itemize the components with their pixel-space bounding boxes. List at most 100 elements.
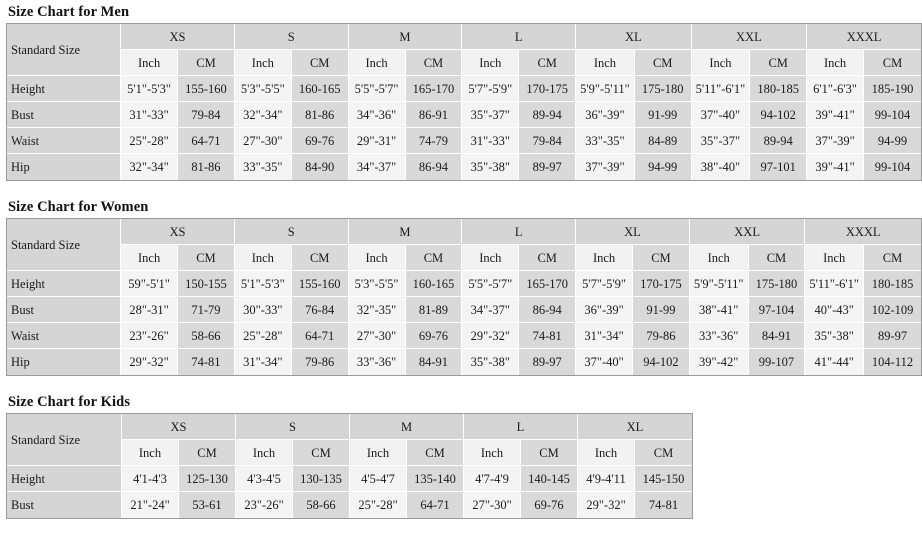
cell-value: 29"-32" (578, 492, 635, 518)
cell-value: 5'11"-6'1" (805, 271, 865, 297)
cell-value: 41"-44" (805, 349, 865, 375)
cell-value: 58-66 (293, 492, 350, 518)
unit-header-inch-s: Inch (234, 245, 292, 271)
cell-value: 37"-39" (807, 128, 865, 154)
unit-header-cm-xl: CM (633, 245, 690, 271)
table-row: Bust 21"-24" 53-61 23"-26" 58-66 25"-28" 64-71… (7, 492, 692, 518)
cell-value: 91-99 (633, 297, 690, 323)
row-label-bust: Bust (7, 102, 122, 128)
unit-header-cm-xl: CM (634, 50, 692, 76)
cell-value: 31"-34" (576, 323, 634, 349)
unit-header-cm-l: CM (519, 50, 577, 76)
cell-value: 27"-30" (234, 128, 292, 154)
cell-value: 81-86 (178, 154, 235, 180)
size-header-women-xxl: XXL (689, 219, 806, 245)
cell-value: 4'1-4'3 (122, 466, 179, 492)
size-header-women-xl: XL (576, 219, 690, 245)
unit-header-inch-s: Inch (234, 50, 292, 76)
cell-value: 53-61 (179, 492, 236, 518)
cell-value: 155-160 (178, 76, 235, 102)
unit-header-inch-xxl: Inch (691, 50, 751, 76)
unit-header-inch-m: Inch (348, 245, 406, 271)
cell-value: 81-89 (405, 297, 463, 323)
size-chart-kids: Size Chart for Kids Standard Size XS S M L XL I… (6, 394, 922, 519)
size-table-kids: Standard Size XS S M L XL Inch CM Inch CM Inch CM In… (6, 413, 693, 519)
cell-value: 28"-31" (121, 297, 179, 323)
cell-value: 64-71 (178, 128, 235, 154)
unit-header-cm-l: CM (521, 440, 578, 466)
cell-value: 89-97 (519, 154, 577, 180)
cell-value: 35"-38" (462, 349, 520, 375)
cell-value: 86-94 (405, 154, 463, 180)
cell-value: 34"-36" (348, 102, 406, 128)
cell-value: 150-155 (178, 271, 235, 297)
cell-value: 5'9"-5'11" (689, 271, 749, 297)
row-label-bust: Bust (7, 492, 122, 518)
unit-header-cm-s: CM (291, 50, 349, 76)
cell-value: 99-104 (864, 154, 921, 180)
size-table-women: Standard Size XS S M L XL XXL XXXL Inch CM Inch CM I… (6, 218, 922, 376)
unit-header-cm-m: CM (407, 440, 464, 466)
cell-value: 125-130 (179, 466, 236, 492)
cell-value: 37"-40" (576, 349, 634, 375)
size-header-men-m: M (348, 24, 463, 50)
size-header-women-xs: XS (121, 219, 235, 245)
unit-header-inch-xxl: Inch (689, 245, 749, 271)
cell-value: 35"-37" (691, 128, 751, 154)
cell-value: 155-160 (291, 271, 349, 297)
cell-value: 34"-37" (348, 154, 406, 180)
cell-value: 58-66 (178, 323, 235, 349)
unit-header-inch-m: Inch (350, 440, 407, 466)
cell-value: 33"-36" (348, 349, 406, 375)
cell-value: 130-135 (293, 466, 350, 492)
cell-value: 64-71 (291, 323, 349, 349)
cell-value: 5'3"-5'5" (234, 76, 292, 102)
cell-value: 102-109 (864, 297, 921, 323)
unit-header-inch-l: Inch (464, 440, 521, 466)
size-chart-women: Size Chart for Women Standard Size XS S M L XL… (6, 199, 922, 376)
cell-value: 74-81 (178, 349, 235, 375)
cell-value: 74-79 (405, 128, 463, 154)
cell-value: 31"-34" (234, 349, 292, 375)
cell-value: 175-180 (634, 76, 692, 102)
cell-value: 160-165 (405, 271, 463, 297)
cell-value: 38"-41" (689, 297, 749, 323)
unit-header-cm-xs: CM (179, 440, 236, 466)
unit-header-inch-l: Inch (462, 245, 520, 271)
unit-header-cm-xxl: CM (750, 50, 808, 76)
cell-value: 29"-32" (121, 349, 179, 375)
cell-value: 170-175 (519, 76, 577, 102)
cell-value: 160-165 (291, 76, 349, 102)
cell-value: 140-145 (521, 466, 578, 492)
table-header-row-units: Inch CM Inch CM Inch CM Inch CM Inch CM Inch CM Inch… (7, 50, 921, 76)
unit-header-inch-xs: Inch (122, 440, 179, 466)
cell-value: 35"-38" (805, 323, 865, 349)
chart-title-men: Size Chart for Men (8, 4, 130, 20)
cell-value: 84-91 (748, 323, 806, 349)
table-row: Waist 23"-26" 58-66 25"-28" 64-71 27"-30" 69-7… (7, 323, 921, 349)
cell-value: 33"-36" (689, 323, 749, 349)
unit-header-inch-xl: Inch (576, 50, 635, 76)
size-header-women-s: S (234, 219, 349, 245)
cell-value: 64-71 (407, 492, 464, 518)
unit-header-cm-xl: CM (635, 440, 692, 466)
cell-value: 89-94 (750, 128, 808, 154)
cell-value: 5'7"-5'9" (462, 76, 520, 102)
table-row: Hip 29"-32" 74-81 31"-34" 79-86 33"-36" 84-91 3… (7, 349, 921, 375)
unit-header-cm-xxxl: CM (864, 50, 921, 76)
cell-value: 21"-24" (122, 492, 179, 518)
cell-value: 86-91 (405, 102, 463, 128)
size-header-men-s: S (234, 24, 349, 50)
cell-value: 36"-39" (576, 102, 635, 128)
cell-value: 89-97 (864, 323, 921, 349)
unit-header-cm-xxxl: CM (864, 245, 921, 271)
cell-value: 25"-28" (350, 492, 407, 518)
unit-header-inch-xs: Inch (121, 245, 179, 271)
unit-header-inch-m: Inch (348, 50, 406, 76)
cell-value: 180-185 (864, 271, 921, 297)
size-header-kids-xs: XS (122, 414, 236, 440)
unit-header-inch-xs: Inch (121, 50, 179, 76)
table-row: Hip 32"-34" 81-86 33"-35" 84-90 34"-37" 86-94 3… (7, 154, 921, 180)
cell-value: 99-104 (864, 102, 921, 128)
cell-value: 39"-41" (807, 102, 865, 128)
